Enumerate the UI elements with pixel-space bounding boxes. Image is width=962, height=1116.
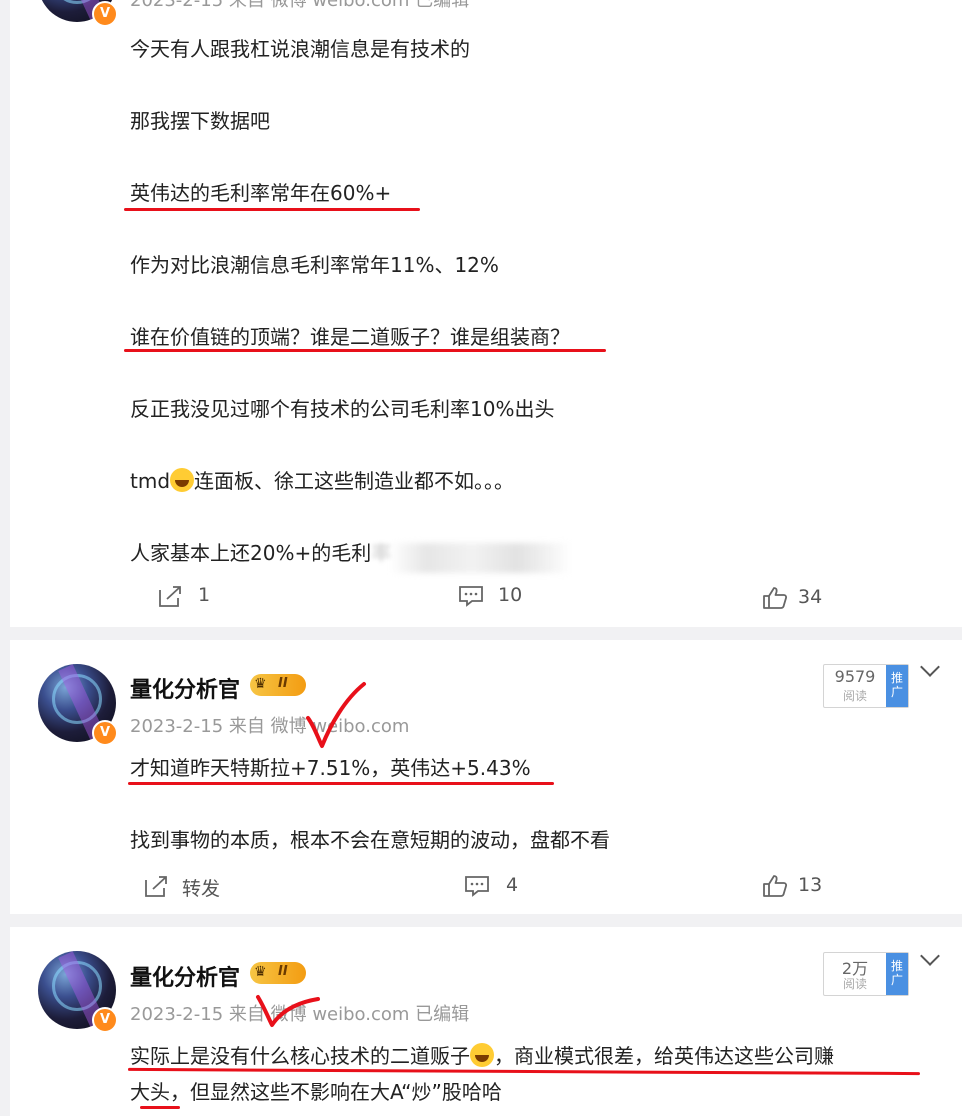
red-underline-annotation: [128, 782, 554, 785]
post-line: 那我摆下数据吧: [130, 109, 270, 133]
post-line: 谁在价值链的顶端？谁是二道贩子？谁是组装商？: [130, 325, 570, 349]
like-button[interactable]: 34: [762, 584, 852, 614]
post-line: 人家基本上还20%+的毛利率: [130, 537, 391, 566]
post-text: 连面板、徐工这些制造业都不如。。。: [194, 469, 515, 493]
comment-icon: [465, 876, 489, 897]
laugh-emoji-icon: [170, 468, 195, 492]
share-icon: [159, 586, 181, 607]
post-text: 人家基本上还20%+的毛利: [130, 541, 372, 565]
verified-icon: V: [92, 720, 118, 746]
red-underline-annotation: [140, 1106, 180, 1109]
laugh-emoji-icon: [470, 1043, 494, 1067]
post-line: tmd 连面板、徐工这些制造业都不如。。。: [130, 465, 514, 494]
post-line: 大头，但显然这些不影响在大A“炒”股哈哈: [130, 1080, 502, 1104]
post-meta: 2023-2-15 来自 微博 weibo.com 已编辑: [130, 0, 470, 11]
post-card-2: V 量化分析官 ♛ II 2023-2-15 来自 微博 weibo.com 9…: [10, 640, 962, 914]
repost-label: 转发: [182, 878, 221, 900]
chevron-down-icon[interactable]: [920, 946, 940, 966]
comment-count: 10: [498, 584, 523, 606]
crown-icon: ♛ II: [250, 962, 306, 984]
post-card-1: V 2023-2-15 来自 微博 weibo.com 已编辑 今天有人跟我杠说…: [10, 0, 962, 627]
read-label: 阅读: [842, 977, 867, 991]
verified-icon: V: [92, 1007, 118, 1033]
post-line: 今天有人跟我杠说浪潮信息是有技术的: [130, 37, 470, 61]
level-badge: II: [278, 676, 288, 691]
comment-icon: [459, 586, 483, 607]
like-count: 13: [798, 874, 823, 896]
post-line: 实际上是没有什么核心技术的二道贩子 ，商业模式很差，给英伟达这些公司赚: [130, 1040, 834, 1069]
like-icon: [763, 875, 788, 897]
share-icon: [145, 876, 167, 897]
checkmark-annotation: [306, 682, 366, 748]
post-line: 英伟达的毛利率常年在60%+: [130, 181, 392, 205]
like-button[interactable]: 13: [762, 872, 852, 902]
read-count-box: 2万 阅读 推广: [823, 952, 909, 996]
post-card-3: V 量化分析官 ♛ II 2023-2-15 来自 微博 weibo.com 已…: [10, 927, 962, 1116]
read-count: 9579: [834, 667, 876, 686]
blurred-text: 率: [371, 541, 392, 565]
share-button[interactable]: 1: [158, 582, 238, 612]
checkmark-annotation: [256, 995, 320, 1027]
read-count-box: 9579 阅读 推广: [823, 664, 909, 708]
like-count: 34: [798, 586, 823, 608]
comment-count: 4: [506, 874, 519, 896]
comment-button[interactable]: 4: [464, 872, 544, 902]
share-count: 1: [198, 584, 211, 606]
post-text: ，商业模式很差，给英伟达这些公司赚: [494, 1044, 834, 1068]
red-underline-annotation: [124, 208, 420, 211]
post-text: tmd: [130, 469, 171, 493]
username[interactable]: 量化分析官: [130, 960, 240, 992]
blurred-strip: [390, 543, 572, 573]
post-line: 反正我没见过哪个有技术的公司毛利率10%出头: [130, 397, 555, 421]
verified-icon: V: [92, 1, 118, 27]
crown-icon: ♛ II: [250, 674, 306, 696]
chevron-down-icon[interactable]: [920, 657, 940, 677]
red-underline-annotation: [124, 349, 606, 352]
post-line: 找到事物的本质，根本不会在意短期的波动，盘都不看: [130, 828, 610, 852]
post-line: 作为对比浪潮信息毛利率常年11%、12%: [130, 253, 499, 277]
level-badge: II: [278, 964, 288, 979]
comment-button[interactable]: 10: [458, 582, 548, 612]
read-label: 阅读: [842, 689, 867, 703]
username[interactable]: 量化分析官: [130, 672, 240, 704]
promote-button[interactable]: 推广: [886, 665, 908, 707]
post-text: 实际上是没有什么核心技术的二道贩子: [130, 1044, 470, 1068]
like-icon: [763, 587, 788, 609]
repost-button[interactable]: 转发: [144, 872, 244, 902]
promote-button[interactable]: 推广: [886, 953, 908, 995]
